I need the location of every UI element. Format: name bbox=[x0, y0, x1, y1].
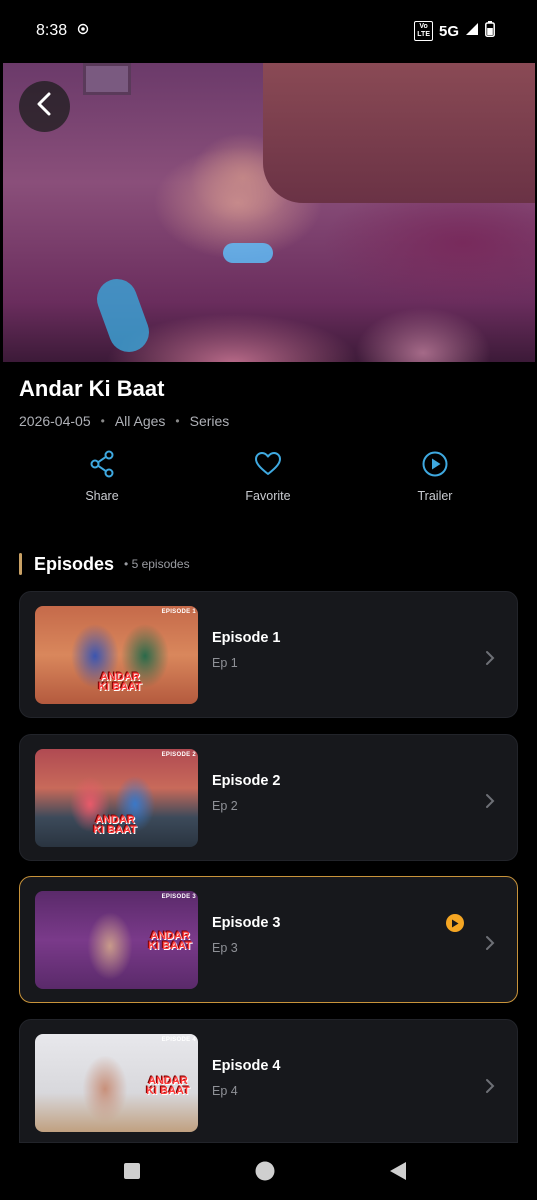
chevron-left-icon bbox=[35, 92, 55, 121]
age-rating: All Ages bbox=[114, 413, 166, 429]
meta-separator: • bbox=[175, 414, 180, 428]
show-logo: ANDAR KI BAAT bbox=[148, 930, 192, 952]
hero-detail bbox=[91, 273, 155, 358]
episode-title: Episode 3 bbox=[212, 915, 281, 931]
home-button[interactable] bbox=[255, 1161, 275, 1186]
system-nav-bar bbox=[0, 1143, 537, 1200]
favorite-button[interactable]: Favorite bbox=[218, 450, 318, 503]
content-type: Series bbox=[189, 413, 230, 429]
episode-card-4[interactable]: EPISODE 4 ANDAR KI BAAT Episode 4 Ep 4 bbox=[19, 1019, 518, 1143]
episode-title: Episode 1 bbox=[212, 630, 281, 646]
episode-title: Episode 4 bbox=[212, 1058, 281, 1074]
meta-separator: • bbox=[100, 414, 105, 428]
episode-number: Ep 1 bbox=[212, 656, 238, 670]
episode-thumbnail: EPISODE 4 ANDAR KI BAAT bbox=[35, 1034, 198, 1132]
episode-title: Episode 2 bbox=[212, 773, 281, 789]
section-accent-bar bbox=[19, 553, 22, 575]
episode-thumbnail: EPISODE 1 ANDAR KI BAAT bbox=[35, 606, 198, 704]
hero-detail bbox=[223, 243, 273, 263]
chevron-right-icon bbox=[485, 650, 495, 671]
episode-card-3[interactable]: EPISODE 3 ANDAR KI BAAT Episode 3 Ep 3 bbox=[19, 876, 518, 1003]
episode-tag: EPISODE 4 bbox=[161, 1037, 196, 1043]
episode-number: Ep 3 bbox=[212, 941, 238, 955]
battery-icon bbox=[485, 21, 495, 41]
back-nav-button[interactable] bbox=[388, 1161, 408, 1186]
recents-button[interactable] bbox=[123, 1162, 141, 1185]
episode-card-1[interactable]: EPISODE 1 ANDAR KI BAAT Episode 1 Ep 1 bbox=[19, 591, 518, 718]
episode-thumbnail: EPISODE 3 ANDAR KI BAAT bbox=[35, 891, 198, 989]
signal-icon bbox=[465, 22, 479, 40]
status-time: 8:38 bbox=[36, 22, 68, 39]
back-button[interactable] bbox=[19, 81, 70, 132]
episode-thumbnail: EPISODE 2 ANDAR KI BAAT bbox=[35, 749, 198, 847]
chevron-right-icon bbox=[485, 793, 495, 814]
show-meta: 2026-04-05 • All Ages • Series bbox=[19, 413, 229, 429]
favorite-label: Favorite bbox=[245, 489, 291, 503]
network-type: 5G bbox=[438, 22, 459, 40]
chevron-right-icon bbox=[485, 1078, 495, 1099]
episode-number: Ep 4 bbox=[212, 1084, 238, 1098]
share-button[interactable]: Share bbox=[52, 450, 152, 503]
release-date: 2026-04-05 bbox=[19, 413, 91, 429]
chevron-right-icon bbox=[485, 935, 495, 956]
episodes-title: Episodes bbox=[34, 553, 115, 574]
show-title: Andar Ki Baat bbox=[19, 376, 165, 401]
show-logo: ANDAR KI BAAT bbox=[146, 1075, 190, 1097]
hero-headboard bbox=[263, 63, 535, 203]
episode-tag: EPISODE 1 bbox=[161, 609, 196, 615]
episode-tag: EPISODE 2 bbox=[161, 752, 196, 758]
episode-card-2[interactable]: EPISODE 2 ANDAR KI BAAT Episode 2 Ep 2 bbox=[19, 734, 518, 861]
share-icon bbox=[89, 450, 115, 483]
location-icon bbox=[77, 22, 89, 40]
trailer-button[interactable]: Trailer bbox=[385, 450, 485, 503]
episode-tag: EPISODE 3 bbox=[161, 894, 196, 900]
episodes-header: Episodes • 5 episodes bbox=[19, 552, 190, 576]
heart-icon bbox=[254, 450, 282, 483]
hero-image bbox=[3, 63, 535, 362]
volte-icon: Vo LTE bbox=[414, 21, 433, 41]
show-logo: ANDAR KI BAAT bbox=[93, 814, 137, 836]
play-circle-icon bbox=[421, 450, 449, 483]
show-logo: ANDAR KI BAAT bbox=[98, 671, 142, 693]
trailer-label: Trailer bbox=[417, 489, 453, 503]
episode-number: Ep 2 bbox=[212, 799, 238, 813]
action-row: Share Favorite Trailer bbox=[0, 450, 537, 510]
share-label: Share bbox=[85, 489, 119, 503]
status-bar: 8:38 Vo LTE 5G bbox=[0, 0, 537, 62]
now-playing-icon bbox=[446, 914, 464, 932]
hero-wall-frame bbox=[83, 63, 131, 95]
episodes-count: • 5 episodes bbox=[124, 557, 190, 571]
